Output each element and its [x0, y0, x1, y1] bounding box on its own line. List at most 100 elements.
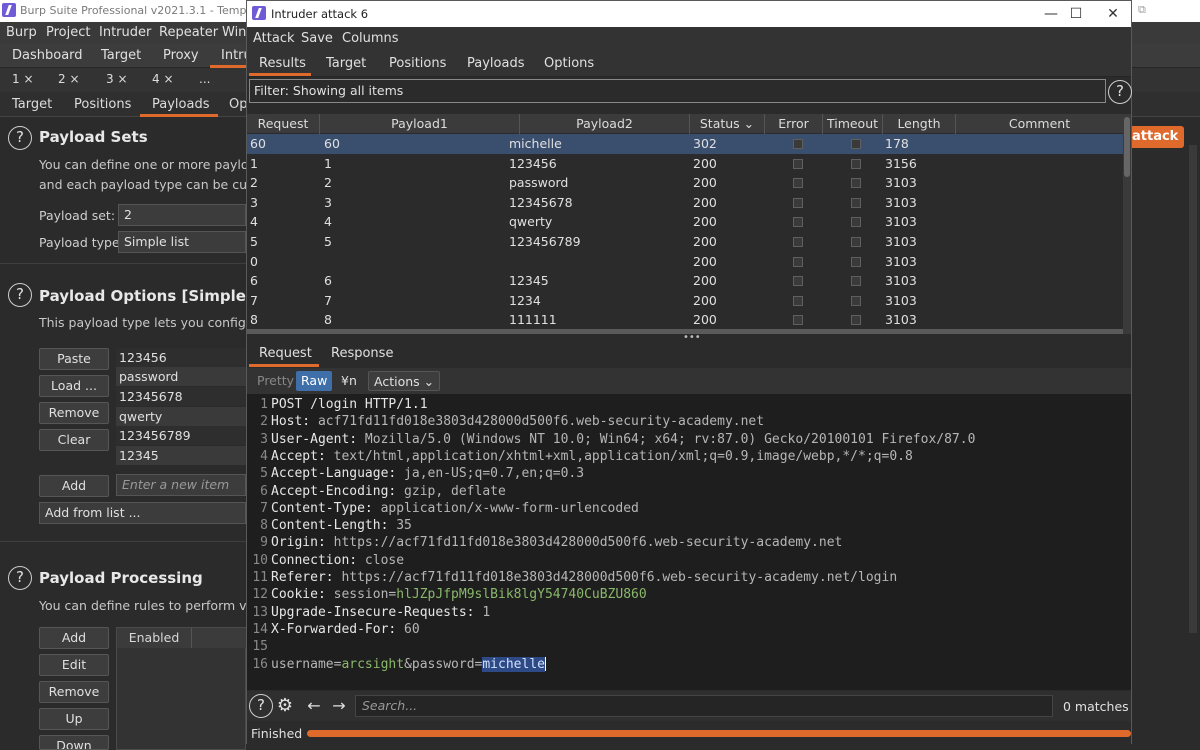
header-value: 60: [396, 621, 420, 637]
payload-list-item[interactable]: 12345678: [116, 387, 246, 406]
header-name: Cookie:: [271, 587, 326, 603]
payload-sets-desc-2: and each payload type can be custon: [39, 177, 274, 192]
instance-tab-2[interactable]: 2 ×: [58, 72, 80, 86]
results-scrollbar[interactable]: [1123, 114, 1131, 334]
col-comment[interactable]: Comment: [956, 114, 1123, 134]
tab-options[interactable]: Options: [544, 56, 594, 71]
pretty-button[interactable]: Pretty: [252, 371, 299, 391]
error-checkbox: [793, 178, 803, 189]
add-item-button[interactable]: Add: [39, 475, 109, 497]
help-icon[interactable]: ?: [8, 566, 32, 590]
payload-list-item[interactable]: password: [116, 367, 246, 386]
settings-icon[interactable]: ⚙: [274, 695, 296, 717]
tab-response[interactable]: Response: [331, 346, 393, 361]
payload-set-select[interactable]: 2: [118, 204, 246, 226]
menu-intruder[interactable]: Intruder: [99, 25, 151, 40]
table-row[interactable]: 5 5 123456789 200 3103: [247, 232, 1123, 252]
instance-tab-1[interactable]: 1 ×: [12, 72, 34, 86]
line-number: 6: [260, 483, 268, 499]
arrow-right-icon[interactable]: →: [328, 695, 350, 717]
search-input[interactable]: Search...: [355, 695, 1053, 717]
menu-attack[interactable]: Attack: [253, 31, 295, 46]
close-icon[interactable]: ✕: [1099, 3, 1127, 25]
subtab-payloads[interactable]: Payloads: [152, 97, 209, 112]
payload-list-item[interactable]: qwerty: [116, 407, 246, 426]
table-row[interactable]: 60 60 michelle 302 178: [247, 134, 1123, 154]
rule-remove-button[interactable]: Remove: [39, 681, 109, 703]
line-number: 11: [252, 570, 268, 585]
scroll-thumb[interactable]: [1124, 117, 1130, 177]
col-request[interactable]: Request: [247, 114, 320, 134]
cell-length: 3156: [885, 155, 917, 171]
actions-dropdown[interactable]: Actions ⌄: [368, 371, 441, 391]
menu-burp[interactable]: Burp: [6, 25, 37, 40]
payload-list-item[interactable]: 123456789: [116, 426, 246, 445]
table-row[interactable]: 1 1 123456 200 3156: [247, 154, 1123, 174]
rule-down-button[interactable]: Down: [39, 735, 109, 750]
table-row[interactable]: 8 8 111111 200 3103: [247, 310, 1123, 329]
rule-add-button[interactable]: Add: [39, 627, 109, 649]
col-payload2[interactable]: Payload2: [520, 114, 690, 134]
results-filter-bar[interactable]: Filter: Showing all items: [249, 79, 1106, 103]
subtab-positions[interactable]: Positions: [74, 97, 131, 112]
table-row[interactable]: 3 3 12345678 200 3103: [247, 193, 1123, 213]
tab-target[interactable]: Target: [101, 48, 141, 63]
section-divider: [0, 263, 246, 264]
payload-type-select[interactable]: Simple list: [118, 231, 246, 253]
payload-list-item[interactable]: 123456: [116, 348, 246, 367]
menu-save[interactable]: Save: [301, 31, 333, 46]
main-window-restore-icon[interactable]: ⧉: [1138, 3, 1146, 17]
col-payload1[interactable]: Payload1: [320, 114, 520, 134]
clear-button[interactable]: Clear: [39, 429, 109, 451]
instance-tab-3[interactable]: 3 ×: [106, 72, 128, 86]
help-icon[interactable]: ?: [8, 283, 32, 307]
rule-up-button[interactable]: Up: [39, 708, 109, 730]
maximize-icon[interactable]: ☐: [1062, 3, 1090, 25]
table-row[interactable]: 2 2 password 200 3103: [247, 173, 1123, 193]
subtab-options[interactable]: Op: [229, 97, 247, 112]
payload-list-item[interactable]: 12345: [116, 446, 246, 465]
tab-positions[interactable]: Positions: [389, 56, 446, 71]
rule-edit-button[interactable]: Edit: [39, 654, 109, 676]
header-value: https://acf71fd11fd018e3803d428000d500f6…: [333, 570, 898, 585]
col-status[interactable]: Status ⌄: [690, 114, 765, 134]
add-from-list-select[interactable]: Add from list ...: [39, 502, 246, 524]
help-icon[interactable]: ?: [8, 126, 32, 150]
paste-button[interactable]: Paste: [39, 348, 109, 370]
table-row[interactable]: 6 6 12345 200 3103: [247, 271, 1123, 291]
load-button[interactable]: Load ...: [39, 375, 109, 397]
menu-columns[interactable]: Columns: [342, 31, 399, 46]
remove-button[interactable]: Remove: [39, 402, 109, 424]
start-attack-button[interactable]: attack: [1132, 126, 1184, 148]
help-icon[interactable]: ?: [249, 694, 273, 718]
tab-dashboard[interactable]: Dashboard: [12, 48, 83, 63]
col-timeout[interactable]: Timeout: [823, 114, 883, 134]
tab-payloads[interactable]: Payloads: [467, 56, 524, 71]
help-icon[interactable]: ?: [1108, 80, 1132, 104]
tab-request[interactable]: Request: [259, 346, 312, 361]
instance-tab-more[interactable]: ...: [199, 72, 210, 86]
menu-window[interactable]: Win: [222, 25, 246, 40]
new-item-input[interactable]: Enter a new item: [116, 474, 246, 496]
arrow-left-icon[interactable]: ←: [303, 695, 325, 717]
menu-repeater[interactable]: Repeater: [159, 25, 218, 40]
menu-project[interactable]: Project: [46, 25, 90, 40]
col-error[interactable]: Error: [765, 114, 823, 134]
subtab-target[interactable]: Target: [12, 97, 52, 112]
tab-results[interactable]: Results: [259, 56, 306, 71]
table-row[interactable]: 4 4 qwerty 200 3103: [247, 212, 1123, 232]
tab-proxy[interactable]: Proxy: [163, 48, 199, 63]
raw-button[interactable]: Raw: [296, 371, 333, 391]
rules-col-rule: [192, 628, 247, 648]
table-row[interactable]: 7 7 1234 200 3103: [247, 291, 1123, 311]
tab-target[interactable]: Target: [326, 56, 366, 71]
newline-button[interactable]: ¥n: [336, 371, 362, 391]
main-scrollbar[interactable]: [1189, 145, 1197, 633]
payload-processing-desc: You can define rules to perform vario: [39, 598, 271, 613]
table-row[interactable]: 0 200 3103: [247, 252, 1123, 272]
instance-tab-4[interactable]: 4 ×: [152, 72, 174, 86]
payload-sets-title: Payload Sets: [39, 128, 148, 146]
col-length[interactable]: Length: [883, 114, 956, 134]
request-editor[interactable]: 1 POST /login HTTP/1.1 2 Host: acf71fd11fd0…: [247, 394, 1131, 690]
minimize-icon[interactable]: —: [1037, 3, 1065, 25]
